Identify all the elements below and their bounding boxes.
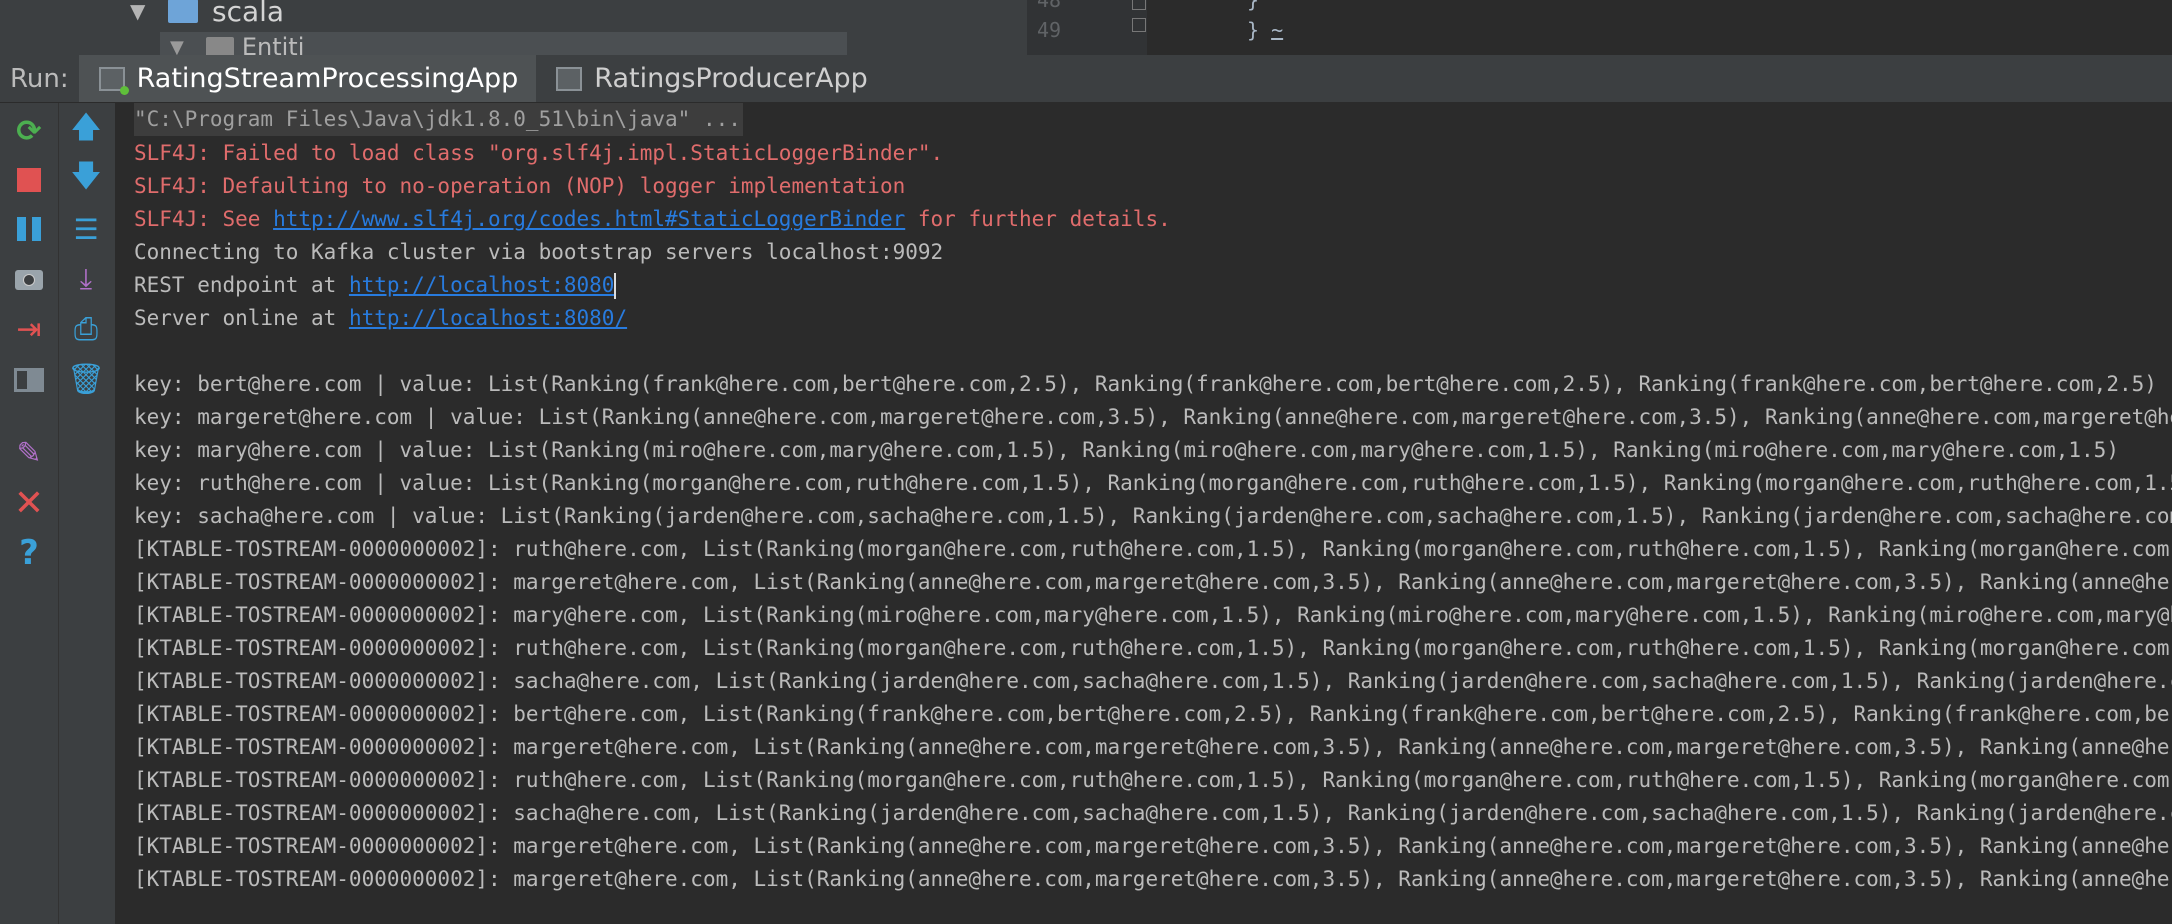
fold-marker-icon[interactable]: [1132, 18, 1146, 32]
console-error-line: SLF4J: Defaulting to no-operation (NOP) …: [134, 174, 906, 198]
text-caret: [614, 273, 617, 299]
tab-ratings-producer-app[interactable]: RatingsProducerApp: [536, 55, 886, 102]
run-config-icon: [556, 66, 583, 91]
rerun-icon: ⟳: [16, 113, 42, 149]
soft-wrap-icon: ☰: [73, 212, 99, 246]
rest-endpoint-link[interactable]: http://localhost:8080: [349, 273, 615, 297]
pin-icon: ✎: [16, 435, 42, 471]
log-line: key: margeret@here.com | value: List(Ran…: [134, 405, 2172, 429]
log-line: key: mary@here.com | value: List(Ranking…: [134, 438, 2119, 462]
up-arrow-icon: 🡅: [70, 109, 102, 145]
expand-triangle-icon[interactable]: ▼: [170, 37, 184, 56]
project-tree: ▼ scala ▼ Entiti: [0, 0, 847, 55]
help-button[interactable]: ?: [9, 533, 49, 573]
tree-item-label: Entiti: [241, 33, 305, 55]
run-toolbar-secondary: 🡅 🡇 ☰ ⤓ ⎙ 🗑: [59, 103, 116, 924]
soft-wrap-button[interactable]: ☰: [66, 209, 106, 249]
log-line: [KTABLE-TOSTREAM-0000000002]: margeret@h…: [134, 867, 2172, 891]
log-line: [KTABLE-TOSTREAM-0000000002]: margeret@h…: [134, 735, 2172, 759]
code-line: }: [1247, 0, 1260, 12]
dump-threads-button[interactable]: [9, 260, 49, 300]
tree-item-entities[interactable]: ▼ Entiti: [160, 32, 847, 55]
tilde-marker: ~: [1271, 18, 1284, 42]
tab-rating-stream-processing-app[interactable]: RatingStreamProcessingApp: [78, 55, 537, 102]
console-line: Server online at http://localhost:8080/: [134, 306, 628, 330]
fold-marker-icon[interactable]: [1132, 0, 1146, 10]
folder-icon: [168, 0, 198, 23]
pin-tab-button[interactable]: ✎: [9, 433, 49, 473]
folder-icon: [205, 37, 234, 55]
editor-area[interactable]: } } ~: [1147, 0, 2172, 55]
console-error-line: SLF4J: Failed to load class "org.slf4j.i…: [134, 141, 944, 165]
close-icon: ✕: [13, 482, 45, 524]
close-button[interactable]: ✕: [9, 482, 49, 524]
restore-layout-button[interactable]: [9, 360, 49, 400]
tree-item-scala[interactable]: ▼ scala: [130, 0, 284, 28]
trash-icon: 🗑: [66, 361, 106, 397]
log-line: key: bert@here.com | value: List(Ranking…: [134, 372, 2157, 396]
log-line: [KTABLE-TOSTREAM-0000000002]: ruth@here.…: [134, 537, 2172, 561]
console-command-line[interactable]: "C:\Program Files\Java\jdk1.8.0_51\bin\j…: [134, 103, 743, 136]
layout-icon: [14, 368, 44, 392]
line-number: 49: [1037, 18, 1062, 42]
log-line: [KTABLE-TOSTREAM-0000000002]: ruth@here.…: [134, 768, 2172, 792]
help-icon: ?: [19, 533, 39, 573]
stop-icon: [17, 168, 41, 192]
expand-triangle-icon[interactable]: ▼: [130, 0, 152, 23]
print-icon: ⎙: [74, 311, 98, 347]
print-button[interactable]: ⎙: [66, 309, 106, 349]
console-error-line: SLF4J: See http://www.slf4j.org/codes.ht…: [134, 207, 1171, 231]
tree-item-label: scala: [212, 0, 285, 28]
slf4j-docs-link[interactable]: http://www.slf4j.org/codes.html#StaticLo…: [273, 207, 905, 231]
run-label: Run:: [10, 63, 69, 94]
tab-label: RatingsProducerApp: [594, 63, 868, 94]
login-icon: ⇥: [16, 311, 42, 347]
exit-button[interactable]: ⇥: [9, 309, 49, 349]
log-line: key: sacha@here.com | value: List(Rankin…: [134, 504, 2172, 528]
previous-occurrence-button[interactable]: 🡅: [66, 110, 106, 150]
code-line: } ~: [1247, 18, 1284, 42]
log-line: [KTABLE-TOSTREAM-0000000002]: sacha@here…: [134, 669, 2172, 693]
log-line: [KTABLE-TOSTREAM-0000000002]: bert@here.…: [134, 702, 2172, 726]
pause-icon: [17, 217, 41, 241]
log-line: [KTABLE-TOSTREAM-0000000002]: sacha@here…: [134, 801, 2172, 825]
scroll-to-end-icon: ⤓: [79, 262, 93, 295]
camera-icon: [15, 270, 43, 290]
log-line: [KTABLE-TOSTREAM-0000000002]: mary@here.…: [134, 603, 2172, 627]
run-tab-bar: Run: RatingStreamProcessingApp RatingsPr…: [0, 55, 2172, 103]
tab-label: RatingStreamProcessingApp: [136, 63, 519, 94]
server-online-link[interactable]: http://localhost:8080/: [349, 306, 627, 330]
console-output[interactable]: "C:\Program Files\Java\jdk1.8.0_51\bin\j…: [116, 103, 2172, 924]
down-arrow-icon: 🡇: [70, 158, 102, 194]
log-line: [KTABLE-TOSTREAM-0000000002]: margeret@h…: [134, 834, 2172, 858]
log-line: [KTABLE-TOSTREAM-0000000002]: ruth@here.…: [134, 636, 2172, 660]
editor-gutter: 48 49: [1027, 0, 1147, 55]
pause-button[interactable]: [9, 209, 49, 249]
line-number: 48: [1037, 0, 1062, 12]
stop-button[interactable]: [9, 160, 49, 200]
scroll-to-end-button[interactable]: ⤓: [66, 259, 106, 299]
log-line: key: ruth@here.com | value: List(Ranking…: [134, 471, 2172, 495]
pane-divider: [847, 0, 1027, 55]
run-toolbar-primary: ⟳ ⇥ ✎ ✕ ?: [0, 103, 59, 924]
run-config-icon: [98, 66, 129, 95]
next-occurrence-button[interactable]: 🡇: [66, 159, 106, 199]
rerun-button[interactable]: ⟳: [9, 111, 49, 151]
clear-all-button[interactable]: 🗑: [66, 359, 106, 399]
console-line: Connecting to Kafka cluster via bootstra…: [134, 240, 944, 264]
top-strip: ▼ scala ▼ Entiti 48 49 } } ~: [0, 0, 2172, 55]
console-line: REST endpoint at http://localhost:8080: [134, 273, 617, 299]
log-line: [KTABLE-TOSTREAM-0000000002]: margeret@h…: [134, 570, 2172, 594]
